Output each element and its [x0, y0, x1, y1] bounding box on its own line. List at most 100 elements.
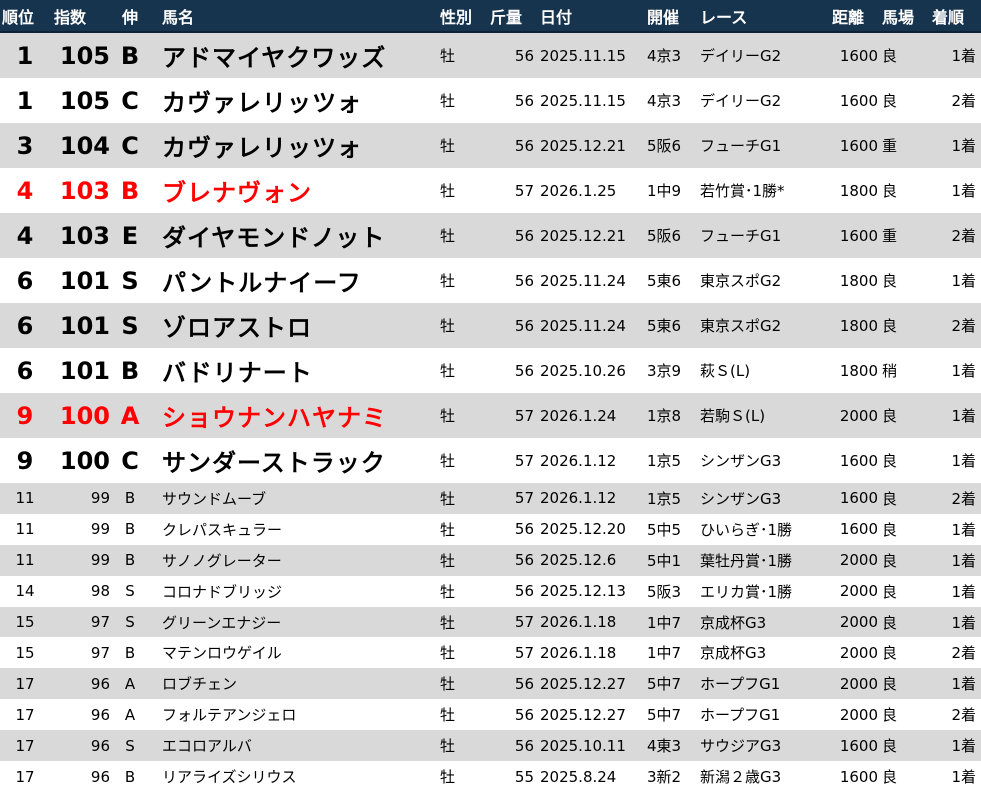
race-cell: 京成杯G3 — [700, 613, 767, 632]
finish-cell: 1着 — [951, 768, 976, 787]
header-index: 指数 — [54, 7, 87, 27]
table-row: 4 103 E ダイヤモンドノット 牡 56 2025.12.21 5阪6 フューチG1 1600… — [0, 213, 981, 258]
index-cell: 104 — [59, 131, 110, 160]
weight-cell: 57 — [514, 451, 534, 470]
date-cell: 2025.10.11 — [540, 736, 626, 755]
index-cell: 100 — [59, 446, 110, 475]
sex-cell: 牡 — [440, 92, 456, 110]
distance-cell: 1600 — [839, 451, 878, 470]
distance-cell: 1800 — [839, 271, 878, 290]
meeting-cell: 5東6 — [647, 272, 682, 290]
table-row: 17 96 B リアライズシリウス 牡 55 2025.8.24 3新2 新潟２歳G3 1600 良… — [0, 761, 981, 792]
rank-cell: 17 — [15, 736, 35, 755]
sex-cell: 牡 — [440, 317, 456, 335]
horse-name-cell: サンダーストラック — [162, 449, 386, 477]
horse-name-cell: リアライズシリウス — [162, 768, 297, 787]
weight-cell: 57 — [514, 489, 534, 508]
date-cell: 2026.1.12 — [540, 489, 617, 508]
header-track: 馬場 — [882, 7, 915, 27]
meeting-cell: 1京5 — [647, 489, 682, 508]
sex-cell: 牡 — [440, 227, 456, 245]
meeting-cell: 5中7 — [647, 675, 682, 694]
grade-cell: B — [124, 643, 136, 662]
distance-cell: 2000 — [839, 705, 878, 724]
date-cell: 2026.1.18 — [540, 613, 617, 632]
meeting-cell: 3京9 — [647, 362, 682, 380]
index-cell: 96 — [90, 705, 110, 724]
finish-cell: 1着 — [951, 137, 976, 155]
sex-cell: 牡 — [440, 407, 456, 425]
track-cell: 良 — [882, 644, 898, 663]
rank-cell: 11 — [15, 551, 35, 570]
header-weight: 斤量 — [490, 7, 523, 27]
grade-cell: E — [121, 221, 139, 250]
distance-cell: 1600 — [839, 136, 878, 155]
horse-name-cell: フォルテアンジェロ — [162, 706, 297, 725]
index-cell: 105 — [59, 86, 110, 115]
race-cell: エリカ賞･1勝 — [700, 582, 793, 601]
date-cell: 2025.10.26 — [540, 361, 626, 380]
grade-cell: B — [124, 520, 136, 539]
track-cell: 良 — [882, 182, 898, 200]
distance-cell: 1800 — [839, 316, 878, 335]
meeting-cell: 5中7 — [647, 706, 682, 725]
index-cell: 96 — [90, 736, 110, 755]
table-row: 6 101 S パントルナイーフ 牡 56 2025.11.24 5東6 東京スポG2 1800 良… — [0, 258, 981, 303]
finish-cell: 2着 — [951, 317, 976, 335]
race-cell: ホープフG1 — [700, 706, 781, 725]
horse-name-cell: カヴァレリッツォ — [162, 89, 362, 117]
rank-cell: 15 — [15, 613, 35, 632]
index-cell: 100 — [59, 401, 110, 430]
weight-cell: 56 — [514, 316, 534, 335]
grade-cell: B — [124, 551, 136, 570]
sex-cell: 牡 — [440, 768, 456, 787]
table-row: 11 99 B クレパスキュラー 牡 56 2025.12.20 5中5 ひいらぎ･1勝 1600… — [0, 513, 981, 545]
table-row: 14 98 S コロナドブリッジ 牡 56 2025.12.13 5阪3 エリカ賞･1勝 2000… — [0, 575, 981, 607]
rank-cell: 17 — [15, 767, 35, 786]
index-cell: 101 — [59, 266, 110, 295]
rank-cell: 1 — [16, 41, 34, 70]
sex-cell: 牡 — [440, 675, 456, 694]
grade-cell: B — [120, 176, 140, 205]
grade-cell: A — [124, 674, 136, 693]
track-cell: 良 — [882, 407, 898, 425]
meeting-cell: 1中7 — [647, 613, 682, 632]
finish-cell: 1着 — [951, 737, 976, 756]
finish-cell: 1着 — [951, 613, 976, 632]
sex-cell: 牡 — [440, 644, 456, 663]
rank-cell: 4 — [16, 176, 34, 205]
sex-cell: 牡 — [440, 551, 456, 570]
race-cell: デイリーG2 — [700, 47, 782, 65]
track-cell: 良 — [882, 92, 898, 110]
sex-cell: 牡 — [440, 613, 456, 632]
race-cell: 東京スポG2 — [700, 272, 782, 290]
rank-cell: 11 — [15, 489, 35, 508]
rank-cell: 14 — [15, 582, 35, 601]
index-cell: 103 — [59, 221, 110, 250]
weight-cell: 56 — [514, 705, 534, 724]
race-cell: サウジアG3 — [700, 737, 782, 756]
grade-cell: B — [120, 41, 140, 70]
finish-cell: 1着 — [951, 182, 976, 200]
horse-name-cell: バドリナート — [162, 359, 313, 387]
header-date: 日付 — [540, 7, 573, 27]
table-row: 17 96 A フォルテアンジェロ 牡 56 2025.12.27 5中7 ホープフG1 2000… — [0, 699, 981, 731]
distance-cell: 2000 — [839, 643, 878, 662]
race-cell: 京成杯G3 — [700, 644, 767, 663]
table-row: 17 96 S エコロアルバ 牡 56 2025.10.11 4東3 サウジアG3 1600 良 1着 — [0, 730, 981, 762]
meeting-cell: 4京3 — [647, 47, 682, 65]
finish-cell: 2着 — [951, 706, 976, 725]
finish-cell: 1着 — [951, 675, 976, 694]
track-cell: 良 — [882, 675, 898, 694]
track-cell: 良 — [882, 272, 898, 290]
meeting-cell: 5阪3 — [647, 582, 682, 601]
rank-cell: 9 — [16, 446, 34, 475]
header-sex: 性別 — [440, 7, 473, 27]
track-cell: 良 — [882, 551, 898, 570]
header-rank: 順位 — [2, 7, 35, 27]
rank-cell: 17 — [15, 674, 35, 693]
date-cell: 2025.12.27 — [540, 674, 626, 693]
table-row: 1 105 B アドマイヤクワッズ 牡 56 2025.11.15 4京3 デイリーG2 1600… — [0, 33, 981, 78]
horse-name-cell: ロブチェン — [162, 675, 238, 694]
grade-cell: B — [120, 356, 140, 385]
